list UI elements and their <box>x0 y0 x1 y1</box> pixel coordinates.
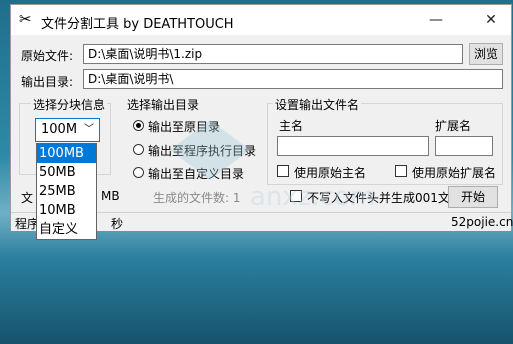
naming-group-title: 设置输出文件名 <box>273 96 362 113</box>
ext-name-input[interactable] <box>435 136 493 156</box>
radio-custom-dir[interactable] <box>133 167 144 178</box>
minimize-button[interactable]: — <box>423 9 449 31</box>
radio-original-dir[interactable] <box>133 120 144 131</box>
source-file-label: 原始文件: <box>21 49 74 63</box>
radio-program-dir[interactable] <box>133 144 144 155</box>
file-size-unit: MB <box>101 189 120 203</box>
radio-program-dir-label: 输出至程序执行目录 <box>148 144 257 158</box>
use-original-main-label: 使用原始主名 <box>294 166 367 180</box>
split-size-value: 100M <box>41 122 78 137</box>
radio-custom-dir-label: 输出至自定义目录 <box>148 167 245 181</box>
window-title: 文件分割工具 by DEATHTOUCH <box>41 17 234 32</box>
radio-original-dir-label: 输出至原目录 <box>148 120 221 134</box>
main-name-input[interactable] <box>277 136 429 156</box>
dropdown-option-custom[interactable]: 自定义 <box>37 220 96 239</box>
use-original-ext-checkbox[interactable] <box>395 165 407 177</box>
status-elapsed-unit: 秒 <box>111 217 124 231</box>
split-size-select[interactable]: 100M ﹀ <box>35 118 100 142</box>
close-button[interactable]: ✕ <box>478 9 504 31</box>
dropdown-option-100mb[interactable]: 100MB <box>37 144 96 163</box>
output-dir-field[interactable]: D:\桌面\说明书\ <box>83 69 503 89</box>
split-size-dropdown: 100MB 50MB 25MB 10MB 自定义 <box>36 143 97 240</box>
main-name-label: 主名 <box>279 119 304 133</box>
title-bar: ✂ 文件分割工具 by DEATHTOUCH — ✕ <box>11 5 511 35</box>
site-label: 52pojie.cn <box>451 215 513 229</box>
use-original-main-checkbox[interactable] <box>277 165 289 177</box>
start-button[interactable]: 开始 <box>448 186 498 208</box>
dropdown-option-50mb[interactable]: 50MB <box>37 163 96 182</box>
outdir-group-title: 选择输出目录 <box>125 96 202 113</box>
dropdown-option-10mb[interactable]: 10MB <box>37 201 96 220</box>
no-header-label: 不写入文件头并生成001文件 <box>307 191 462 205</box>
dropdown-option-25mb[interactable]: 25MB <box>37 182 96 201</box>
ext-name-label: 扩展名 <box>435 119 472 133</box>
output-dir-label: 输出目录: <box>21 75 74 89</box>
browse-button[interactable]: 浏览 <box>469 43 503 65</box>
no-header-checkbox[interactable] <box>290 190 302 202</box>
source-file-field[interactable]: D:\桌面\说明书\1.zip <box>83 44 463 64</box>
chevron-down-icon: ﹀ <box>84 124 94 135</box>
generated-file-count: 生成的文件数: 1 <box>153 191 241 205</box>
file-size-prefix: 文 <box>21 191 34 205</box>
scissors-icon: ✂ <box>19 10 32 28</box>
split-group-title: 选择分块信息 <box>31 96 108 113</box>
use-original-ext-label: 使用原始扩展名 <box>412 166 497 180</box>
